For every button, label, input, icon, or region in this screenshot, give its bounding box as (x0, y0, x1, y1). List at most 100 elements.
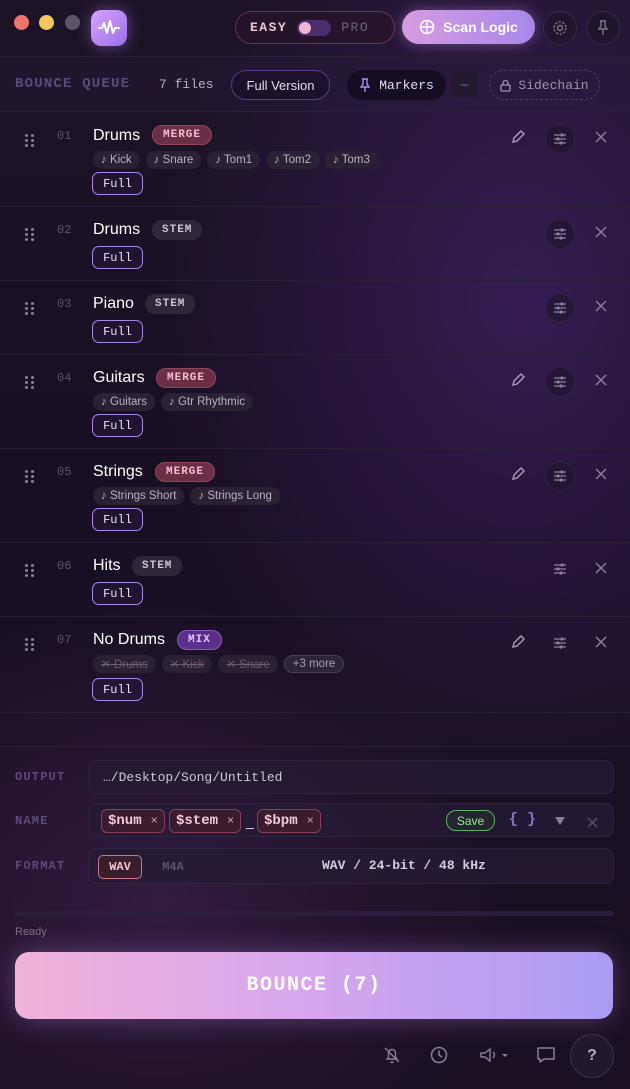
remove-track-icon[interactable] (591, 296, 611, 316)
clear-pattern-icon[interactable] (587, 815, 598, 833)
remove-track-icon[interactable] (591, 632, 611, 652)
name-token[interactable]: $num × (101, 809, 165, 833)
drag-handle-icon[interactable] (25, 638, 35, 652)
full-range-button[interactable]: Full (92, 320, 143, 343)
insert-token-button[interactable]: { } (509, 811, 536, 828)
sliders-icon (554, 228, 566, 240)
help-button[interactable]: ? (570, 1034, 614, 1078)
track-row[interactable]: 05 Strings MERGE ♪ Strings Short ♪ Strin… (0, 449, 630, 543)
drag-handle-icon[interactable] (25, 302, 35, 316)
track-type-badge[interactable]: STEM (132, 556, 183, 576)
track-settings-button[interactable] (545, 219, 575, 249)
track-row[interactable]: 01 Drums MERGE ♪ Kick ♪ Snare ♪ Tom1 ♪ T… (0, 113, 630, 207)
app-logo-icon (91, 10, 127, 46)
token-remove-icon[interactable]: × (151, 814, 158, 828)
name-token[interactable]: $bpm × (257, 809, 321, 833)
edit-icon[interactable] (508, 464, 528, 484)
minimize-window-button[interactable] (39, 15, 54, 30)
track-settings-button[interactable] (545, 293, 575, 323)
drag-handle-icon[interactable] (25, 564, 35, 578)
token-remove-icon[interactable]: × (307, 814, 314, 828)
scan-logic-label: Scan Logic (443, 19, 518, 35)
full-range-button[interactable]: Full (92, 172, 143, 195)
sliders-icon (554, 133, 566, 145)
excluded-chip: ✕ Kick (161, 655, 213, 673)
track-type-badge[interactable]: MERGE (155, 462, 216, 482)
edit-icon[interactable] (508, 370, 528, 390)
scan-logic-button[interactable]: Scan Logic (402, 10, 535, 44)
track-number: 07 (57, 633, 72, 647)
zoom-window-button[interactable] (65, 15, 80, 30)
remove-track-icon[interactable] (591, 370, 611, 390)
full-range-button[interactable]: Full (92, 678, 143, 701)
full-range-button[interactable]: Full (92, 582, 143, 605)
track-row[interactable]: 07 No Drums MIX ✕ Drums ✕ Kick ✕ Snare +… (0, 617, 630, 713)
format-m4a-option[interactable]: M4A (152, 855, 194, 879)
remove-track-icon[interactable] (591, 558, 611, 578)
save-pattern-button[interactable]: Save (446, 810, 495, 831)
full-range-button[interactable]: Full (92, 246, 143, 269)
track-type-badge[interactable]: MERGE (156, 368, 217, 388)
track-settings-button[interactable] (545, 124, 575, 154)
mode-toggle[interactable]: EASY PRO (235, 11, 395, 44)
chat-icon[interactable] (534, 1043, 558, 1067)
markers-button[interactable]: Markers (347, 70, 446, 100)
minus-button[interactable]: – (451, 70, 478, 97)
history-icon[interactable] (427, 1043, 451, 1067)
track-row[interactable]: 06 Hits STEM Full (0, 543, 630, 617)
format-field: WAV M4A WAV / 24-bit / 48 kHz (88, 848, 614, 884)
token-label: $num (108, 813, 142, 829)
remove-track-icon[interactable] (591, 222, 611, 242)
settings-button[interactable] (543, 11, 577, 45)
queue-count: 7 files (159, 77, 214, 92)
track-type-badge[interactable]: MERGE (152, 125, 213, 145)
drag-handle-icon[interactable] (25, 376, 35, 390)
track-row[interactable]: 03 Piano STEM Full (0, 281, 630, 355)
name-pattern-field[interactable]: $num × $stem × _ $bpm × Save { } (88, 803, 614, 837)
pin-button[interactable] (586, 11, 620, 45)
track-row[interactable]: 02 Drums STEM Full (0, 207, 630, 281)
output-path-field[interactable]: …/Desktop/Song/Untitled (88, 760, 614, 794)
more-chips-button[interactable]: +3 more (283, 655, 345, 673)
full-range-button[interactable]: Full (92, 508, 143, 531)
track-type-badge[interactable]: MIX (177, 630, 222, 650)
track-chip: ♪ Strings Short (93, 487, 185, 505)
title-bar: EASY PRO Scan Logic (0, 0, 630, 56)
drag-handle-icon[interactable] (25, 228, 35, 242)
edit-icon[interactable] (508, 127, 528, 147)
sidechain-button[interactable]: Sidechain (489, 70, 600, 100)
edit-icon[interactable] (508, 632, 528, 652)
format-wav-option[interactable]: WAV (98, 855, 142, 879)
remove-track-icon[interactable] (591, 464, 611, 484)
remove-track-icon[interactable] (591, 127, 611, 147)
section-divider (0, 746, 630, 747)
track-settings-button[interactable] (545, 367, 575, 397)
track-type-badge[interactable]: STEM (152, 220, 203, 240)
track-settings-button[interactable] (550, 559, 570, 579)
pin-icon (597, 20, 609, 35)
track-number: 03 (57, 297, 72, 311)
track-row[interactable]: 04 Guitars MERGE ♪ Guitars ♪ Gtr Rhythmi… (0, 355, 630, 449)
notifications-off-icon[interactable] (380, 1043, 404, 1067)
bounce-button[interactable]: BOUNCE (7) (15, 952, 613, 1019)
volume-menu-icon[interactable] (478, 1043, 512, 1067)
progress-bar (15, 911, 614, 916)
format-description: WAV / 24-bit / 48 kHz (322, 858, 486, 873)
track-chip: ♪ Guitars (93, 393, 156, 411)
track-settings-button[interactable] (545, 461, 575, 491)
close-window-button[interactable] (14, 15, 29, 30)
dropdown-chevron-icon[interactable] (554, 813, 566, 831)
track-settings-button[interactable] (550, 633, 570, 653)
drag-handle-icon[interactable] (25, 134, 35, 148)
track-type-badge[interactable]: STEM (145, 294, 196, 314)
track-name: Guitars (93, 369, 145, 386)
full-range-button[interactable]: Full (92, 414, 143, 437)
full-version-button[interactable]: Full Version (231, 70, 330, 100)
drag-handle-icon[interactable] (25, 470, 35, 484)
name-token[interactable]: $stem × (169, 809, 242, 833)
track-name: No Drums (93, 631, 166, 648)
queue-header: BOUNCE QUEUE 7 files Full Version Marker… (0, 56, 630, 112)
track-chips: ♪ Kick ♪ Snare ♪ Tom1 ♪ Tom2 ♪ Tom3 (93, 151, 378, 169)
token-remove-icon[interactable]: × (227, 814, 234, 828)
mode-switch[interactable] (297, 19, 332, 36)
